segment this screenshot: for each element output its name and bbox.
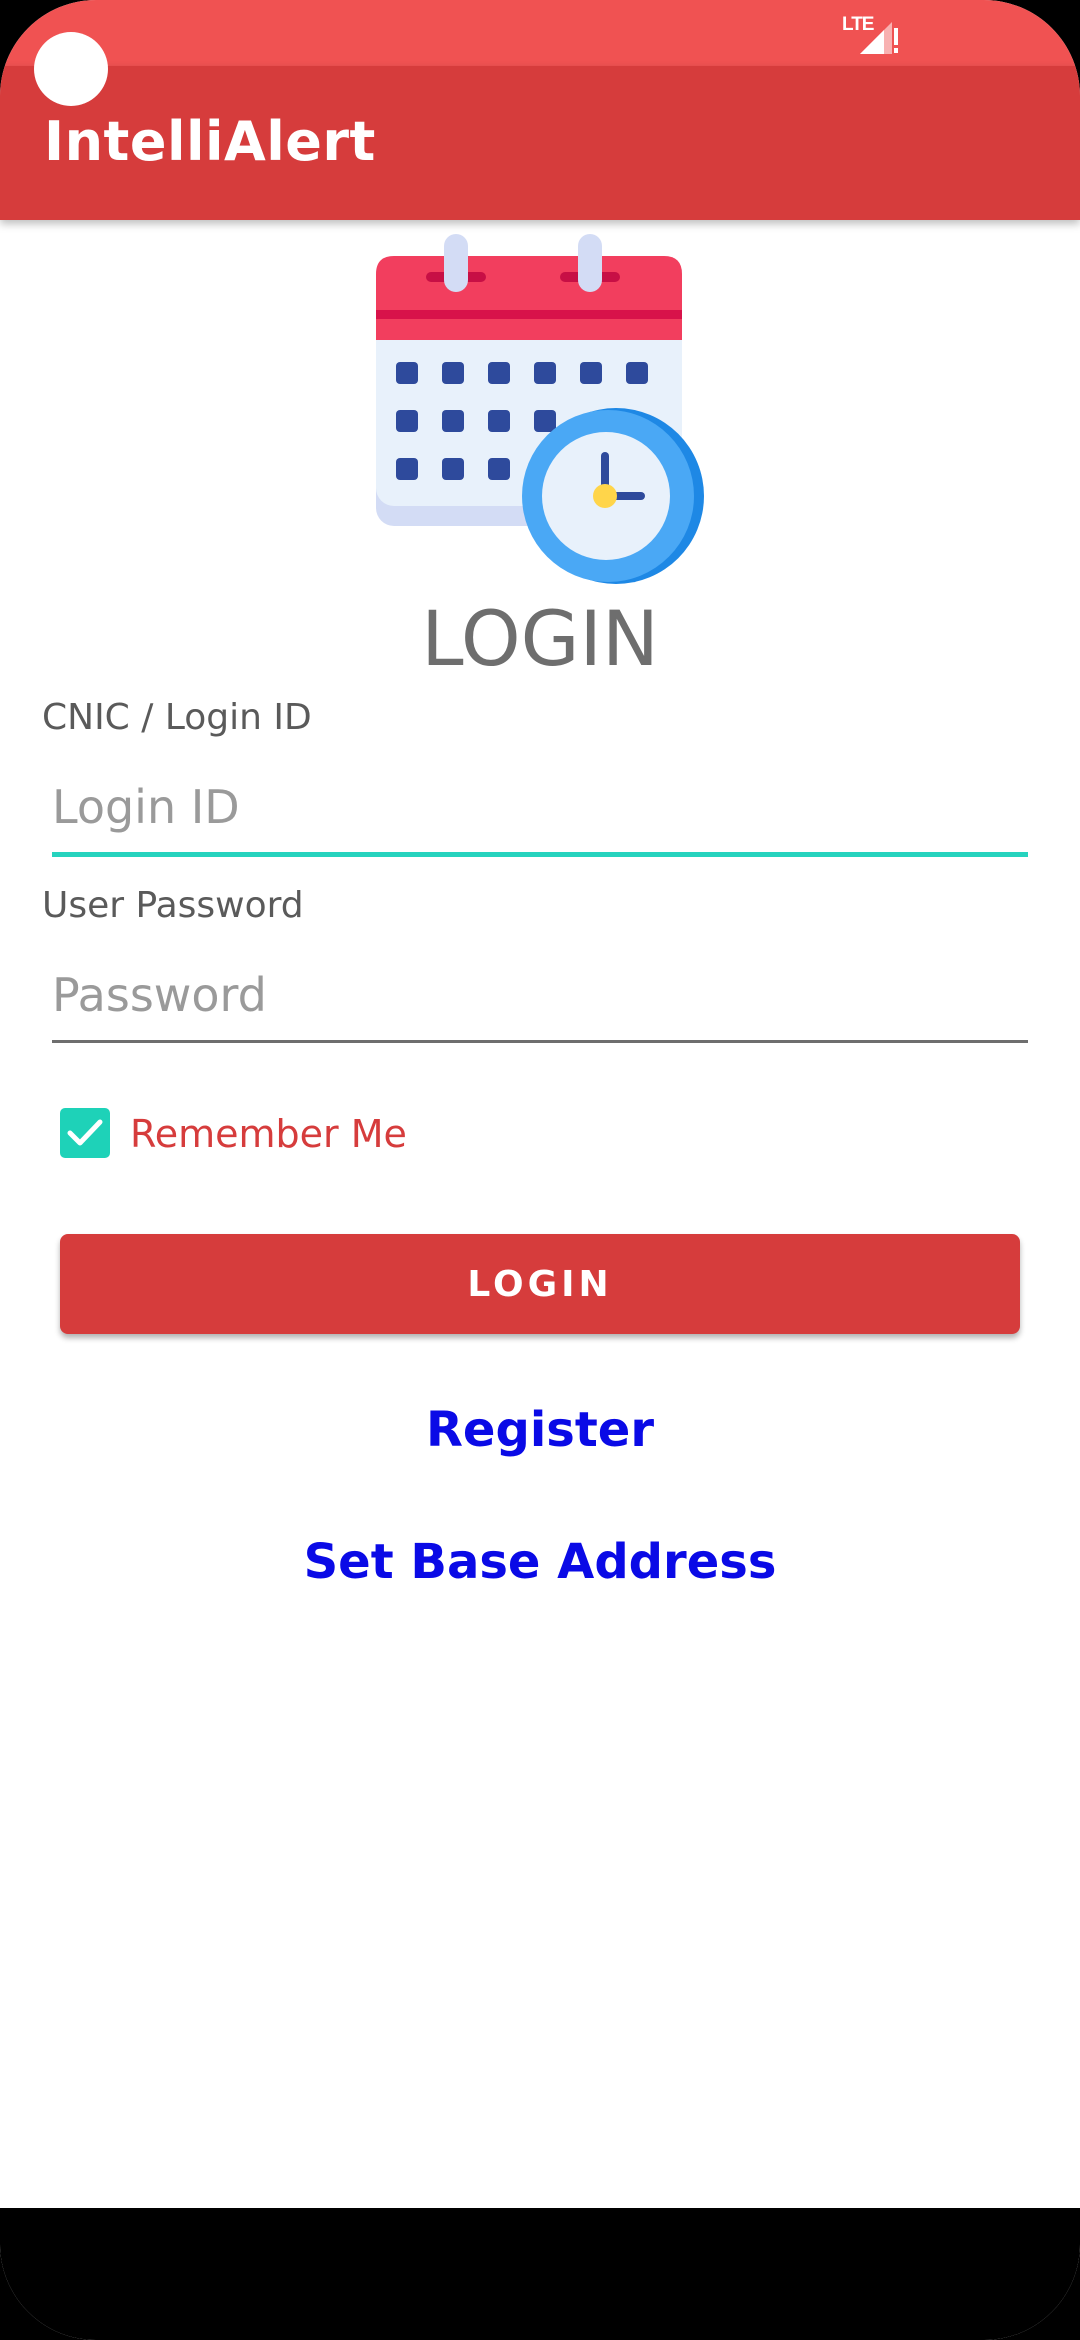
set-base-address-link[interactable]: Set Base Address [0,1534,1080,1590]
password-label: User Password [42,885,304,926]
status-icons: LTE [842,12,902,56]
login-button[interactable]: LOGIN [60,1234,1020,1334]
camera-cutout [34,32,108,106]
login-id-input[interactable] [52,762,1028,857]
check-icon [67,1119,103,1146]
password-input[interactable] [52,950,1028,1043]
status-bar: LTE [0,0,1080,66]
phone-screen: LTE IntelliAlert LOGIN CNIC / Login ID L… [0,0,1080,2340]
signal-alert-icon [860,22,898,54]
login-id-label: CNIC / Login ID [42,697,312,738]
navigation-bar [0,2208,1080,2340]
app-bar: IntelliAlert [0,66,1080,220]
register-link[interactable]: Register [0,1402,1080,1458]
calendar-clock-icon [376,234,704,584]
login-heading: LOGIN [421,594,659,683]
remember-me-checkbox-box[interactable] [60,1108,110,1158]
app-title: IntelliAlert [44,110,376,173]
remember-me-label[interactable]: Remember Me [130,1112,407,1156]
